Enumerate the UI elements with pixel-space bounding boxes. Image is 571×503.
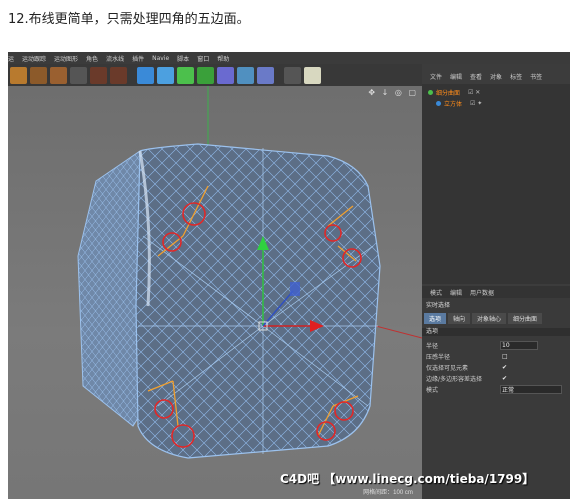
deformer-icon[interactable]	[217, 66, 234, 84]
tool-title: 实时选择	[426, 302, 451, 309]
clapper-icon[interactable]	[70, 66, 87, 84]
am-menu-item[interactable]: 模式	[430, 288, 442, 297]
om-menu-item[interactable]: 标签	[510, 72, 522, 81]
attribute-manager-menu: 模式 编辑 用户数据	[422, 286, 570, 298]
om-menu-item[interactable]: 书签	[530, 72, 542, 81]
object-manager-menu: 文件 编辑 查看 对象 标签 书签	[422, 70, 570, 82]
param-tolerance: 边缘/多边形容差选择 ✔	[426, 374, 566, 383]
watermark: C4D吧 【www.linecg.com/tieba/1799】	[280, 472, 535, 486]
tag-icons[interactable]: ☑ ✦	[470, 100, 482, 107]
cinema4d-window: 运 运动跟踪 运动图形 角色 流水线 插件 Navie 脚本 窗口 帮助 ✥ ↓…	[8, 52, 570, 499]
menu-item[interactable]: 帮助	[217, 54, 229, 63]
param-label: 压感半径	[426, 354, 451, 361]
param-mode: 模式 正常	[426, 385, 566, 394]
am-menu-item[interactable]: 用户数据	[470, 288, 494, 297]
object-label: 立方体	[444, 101, 463, 108]
clapper-pv-icon[interactable]	[90, 66, 107, 84]
render-icon[interactable]	[10, 66, 27, 84]
subdivision-icon	[428, 90, 433, 95]
menu-item[interactable]: 运	[8, 54, 14, 63]
visibility-toggle-icon[interactable]: ☑ ✕	[468, 89, 480, 96]
pen-icon[interactable]	[157, 66, 174, 84]
attribute-tabs: 选项 轴向 对象轴心 细分曲面	[424, 313, 543, 324]
grid-spacing-label: 网格间距：100 cm	[363, 488, 413, 496]
menu-item[interactable]: 角色	[86, 54, 98, 63]
om-menu-item[interactable]: 对象	[490, 72, 502, 81]
menu-item[interactable]: 运动图形	[54, 54, 78, 63]
am-menu-item[interactable]: 编辑	[450, 288, 462, 297]
render-view-icon[interactable]	[50, 66, 67, 84]
cube-icon[interactable]	[137, 66, 154, 84]
param-label: 半径	[426, 343, 439, 350]
viewport-scene: 网格间距：100 cm	[77, 86, 422, 496]
subdivide-icon[interactable]	[177, 66, 194, 84]
pressure-checkbox[interactable]: □	[502, 353, 508, 360]
tab-options[interactable]: 选项	[424, 313, 447, 324]
object-label: 细分曲面	[436, 90, 461, 97]
toolbar-separator	[277, 67, 281, 84]
menu-item[interactable]: 插件	[132, 54, 144, 63]
perspective-viewport[interactable]: ✥ ↓ ◎ ▢ 网格间距：100 cm	[8, 86, 422, 499]
right-panel: 文件 编辑 查看 对象 标签 书签 细分曲面 ☑ ✕ 立方体 ☑ ✦ 模式 编辑	[422, 64, 570, 499]
param-value: 正常	[502, 387, 515, 394]
param-value: 10	[502, 342, 510, 349]
array-icon[interactable]	[197, 66, 214, 84]
floor-icon[interactable]	[237, 66, 254, 84]
om-menu-item[interactable]: 文件	[430, 72, 442, 81]
section-header: 选项	[422, 328, 570, 336]
tab-axis[interactable]: 轴向	[448, 313, 471, 324]
cube-icon	[436, 101, 441, 106]
object-tree: 细分曲面 ☑ ✕ 立方体 ☑ ✦	[422, 84, 570, 284]
menu-item[interactable]: 流水线	[106, 54, 124, 63]
object-row-cube[interactable]: 立方体 ☑ ✦	[430, 99, 570, 108]
toolbar	[8, 64, 422, 86]
toolbar-separator	[130, 67, 134, 84]
tab-subdivision[interactable]: 细分曲面	[508, 313, 543, 324]
om-menu-item[interactable]: 查看	[470, 72, 482, 81]
menu-item[interactable]: Navie	[152, 55, 169, 62]
menu-item[interactable]: 运动跟踪	[22, 54, 46, 63]
om-menu-item[interactable]: 编辑	[450, 72, 462, 81]
menu-item[interactable]: 窗口	[197, 54, 209, 63]
capsule-icon[interactable]	[257, 66, 274, 84]
camera-icon[interactable]	[284, 66, 301, 84]
param-pressure-radius: 压感半径 □	[426, 352, 566, 361]
menu-bar: 运 运动跟踪 运动图形 角色 流水线 插件 Navie 脚本 窗口 帮助	[8, 52, 570, 64]
visible-only-checkbox[interactable]: ✔	[502, 364, 507, 371]
param-radius: 半径 10	[426, 341, 566, 350]
tolerance-checkbox[interactable]: ✔	[502, 375, 507, 382]
attribute-manager: 模式 编辑 用户数据 实时选择 选项 轴向 对象轴心 细分曲面 选项 半径 10…	[422, 286, 570, 499]
clapper-edit-icon[interactable]	[110, 66, 127, 84]
param-label: 模式	[426, 387, 439, 394]
param-label: 仅选择可见元素	[426, 365, 469, 372]
render-settings-icon[interactable]	[30, 66, 47, 84]
light-icon[interactable]	[304, 66, 321, 84]
caption: 12.布线更简单，只需处理四角的五边面。	[8, 12, 250, 27]
menu-item[interactable]: 脚本	[177, 54, 189, 63]
tab-object-axis[interactable]: 对象轴心	[472, 313, 507, 324]
param-label: 边缘/多边形容差选择	[426, 376, 483, 383]
object-row-subdivision[interactable]: 细分曲面 ☑ ✕	[422, 88, 570, 97]
param-visible-only: 仅选择可见元素 ✔	[426, 363, 566, 372]
